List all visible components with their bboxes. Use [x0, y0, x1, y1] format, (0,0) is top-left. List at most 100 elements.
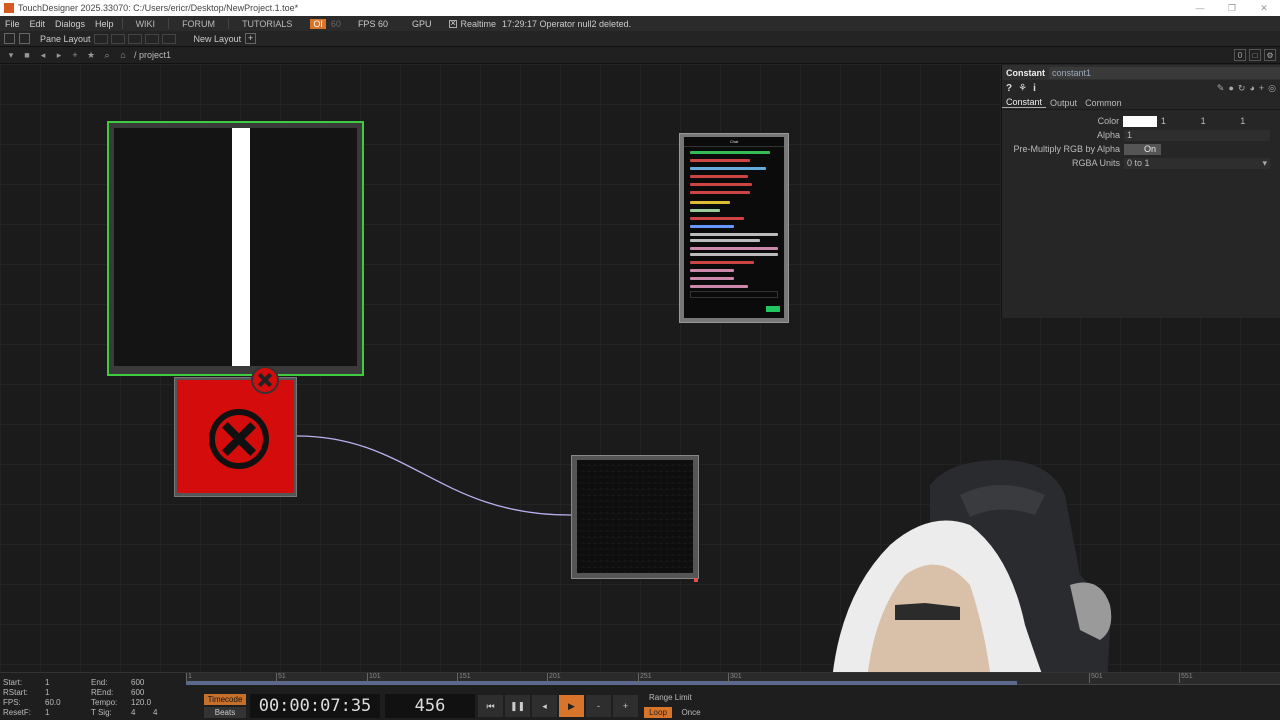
close-icon[interactable]: ✕: [1248, 0, 1280, 16]
chat-send-button[interactable]: [766, 306, 780, 312]
tutorials-button[interactable]: TUTORIALS: [232, 19, 302, 29]
menu-help[interactable]: Help: [90, 19, 119, 29]
pane-menu-icon[interactable]: [4, 33, 15, 44]
pane-layout-label[interactable]: Pane Layout: [40, 34, 91, 44]
pane-split-icon[interactable]: [19, 33, 30, 44]
menu-file[interactable]: File: [0, 19, 25, 29]
menu-separator: [168, 18, 170, 29]
tab-common[interactable]: Common: [1081, 98, 1126, 108]
close-error-icon[interactable]: [251, 366, 279, 394]
refresh-icon[interactable]: ↻: [1238, 83, 1246, 94]
realtime-checkbox[interactable]: [449, 18, 458, 28]
constant1-node[interactable]: [107, 121, 364, 376]
output-pin[interactable]: [694, 578, 698, 582]
layout-preset-5[interactable]: [161, 33, 176, 44]
oi-button[interactable]: OI: [310, 18, 326, 29]
rewind-icon[interactable]: ⏮: [478, 695, 503, 717]
color-swatch[interactable]: [1123, 115, 1157, 127]
add-layout-icon[interactable]: +: [245, 33, 257, 44]
wire-null-to-out[interactable]: [296, 435, 573, 516]
resetf-value[interactable]: 1: [45, 708, 49, 717]
constant1-viewer: [114, 128, 357, 366]
end-value[interactable]: 600: [131, 678, 144, 687]
pause-icon[interactable]: ❚❚: [505, 695, 530, 717]
timecode-toggle[interactable]: Timecode: [204, 694, 246, 705]
start-value[interactable]: 1: [45, 678, 49, 687]
add-operator-icon[interactable]: +: [70, 50, 80, 60]
layout-preset-4[interactable]: [144, 33, 159, 44]
tsig-label: T Sig:: [91, 708, 112, 717]
timeline-settings: Start: 1 End: 600 RStart: 1 REnd: 600 FP…: [3, 676, 183, 720]
null-node-error[interactable]: [174, 377, 297, 497]
rstart-value[interactable]: 1: [45, 688, 49, 697]
maximize-pane-icon[interactable]: □: [1249, 49, 1261, 61]
restore-icon[interactable]: ❐: [1216, 0, 1248, 16]
menu-edit[interactable]: Edit: [25, 19, 51, 29]
tempo-value[interactable]: 120.0: [131, 698, 151, 707]
parent-icon[interactable]: ⌂: [118, 50, 128, 60]
chat-viewer: Chat: [684, 137, 784, 318]
help-icon[interactable]: ?: [1006, 83, 1012, 94]
forward-icon[interactable]: ▸: [54, 50, 64, 60]
layout-preset-2[interactable]: [110, 33, 125, 44]
param-row-alpha: Alpha 1: [1002, 128, 1280, 142]
once-button[interactable]: Once: [676, 707, 706, 718]
tsig-a-value[interactable]: 4: [131, 708, 135, 717]
tsig-b-value[interactable]: 4: [153, 708, 157, 717]
menu-dialogs[interactable]: Dialogs: [50, 19, 90, 29]
decrement-icon[interactable]: -: [586, 695, 611, 717]
comment-icon[interactable]: ●: [1228, 83, 1233, 94]
realtime-label: Realtime: [460, 18, 496, 29]
output-node[interactable]: [571, 455, 699, 582]
chat-webrender-node[interactable]: Chat: [679, 133, 789, 323]
stop-icon[interactable]: ■: [22, 50, 32, 60]
start-label: Start:: [3, 678, 23, 687]
add-param-icon[interactable]: +: [1259, 83, 1264, 94]
param-tabs: Constant Output Common: [1002, 96, 1280, 110]
search-icon[interactable]: ⌕: [102, 50, 112, 60]
new-layout-label[interactable]: New Layout: [194, 34, 242, 44]
timecode-display[interactable]: 00:00:07:35: [250, 694, 380, 718]
menu-separator: [121, 18, 123, 29]
premultiply-toggle[interactable]: On: [1124, 143, 1162, 155]
color-g-field[interactable]: 1: [1201, 116, 1241, 126]
info-icon[interactable]: i: [1033, 83, 1036, 94]
bookmark-icon[interactable]: ★: [86, 50, 96, 60]
layout-preset-1[interactable]: [93, 33, 108, 44]
tab-constant[interactable]: Constant: [1002, 97, 1047, 108]
increment-icon[interactable]: +: [613, 695, 638, 717]
chat-line: [690, 159, 750, 162]
chat-input[interactable]: [690, 291, 778, 298]
network-path[interactable]: / project1: [134, 50, 171, 60]
python-icon[interactable]: ⚘: [1018, 83, 1027, 94]
rend-value[interactable]: 600: [131, 688, 144, 697]
play-icon[interactable]: ▶: [559, 695, 584, 717]
edit-icon[interactable]: ✎: [1217, 83, 1225, 94]
wiki-button[interactable]: WIKI: [126, 19, 166, 29]
layout-preset-3[interactable]: [127, 33, 142, 44]
step-back-icon[interactable]: ◂: [532, 695, 557, 717]
alpha-slider[interactable]: 1: [1124, 129, 1270, 141]
frame-display[interactable]: 456: [385, 694, 475, 718]
pane-settings-icon[interactable]: ⚙: [1264, 49, 1276, 61]
color-b-field[interactable]: 1: [1240, 116, 1280, 126]
color-label: Color: [1097, 116, 1120, 126]
op-name-field[interactable]: constant1: [1049, 66, 1280, 79]
target-icon[interactable]: ◎: [1268, 83, 1276, 94]
forum-button[interactable]: FORUM: [172, 19, 225, 29]
chat-line: [690, 191, 750, 194]
color-r-field[interactable]: 1: [1161, 116, 1201, 126]
tab-output[interactable]: Output: [1046, 98, 1081, 108]
back-icon[interactable]: ◂: [38, 50, 48, 60]
timeline-tick: 151: [457, 673, 471, 683]
minimize-icon[interactable]: —: [1184, 0, 1216, 16]
fps-value[interactable]: 60.0: [45, 698, 61, 707]
beats-toggle[interactable]: Beats: [204, 707, 246, 718]
pane-type-icon[interactable]: ▾: [6, 50, 16, 60]
gpu-button[interactable]: GPU: [400, 19, 444, 29]
palette-icon[interactable]: ◕: [1249, 83, 1254, 94]
loop-button[interactable]: Loop: [644, 707, 672, 718]
timeline-ruler[interactable]: 1 51 101 151 201 251 301 501 551: [186, 673, 1280, 685]
rgba-units-menu[interactable]: 0 to 1: [1124, 157, 1270, 169]
pathbar-right-icons: 0 □ ⚙: [1234, 49, 1276, 61]
